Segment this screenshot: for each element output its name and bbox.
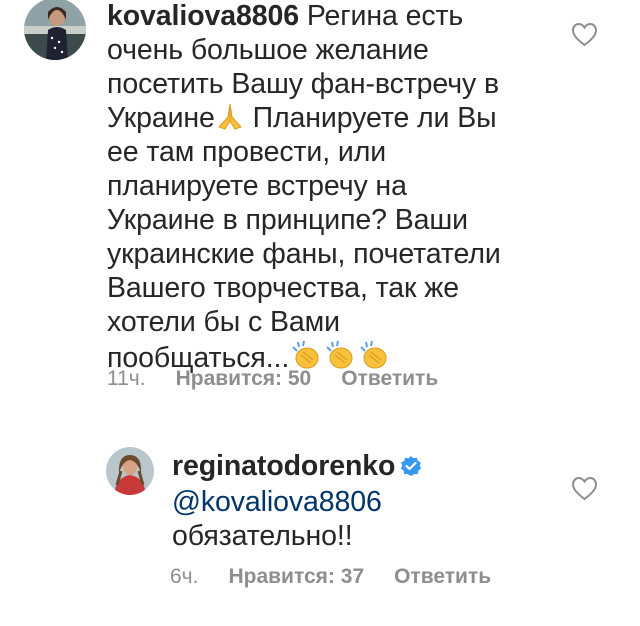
verified-badge-icon [400,451,422,485]
comment-line: Регина есть [299,0,464,32]
like-heart-icon[interactable] [571,476,598,501]
comment-text: kovaliova8806 Регина есть очень большое … [107,0,627,375]
comment-line: обязательно!! [172,520,353,552]
comment-line: очень большое желание [107,34,429,66]
comment-line: хотели бы с Вами [107,306,340,338]
folded-hands-emoji [215,101,245,131]
mention-link[interactable]: @kovaliova8806 [172,486,382,518]
comment-line: ее там провести, или [107,136,387,168]
comment-username[interactable]: kovaliova8806 [107,0,299,32]
comment-line: Планируете ли Вы [244,102,497,134]
comment-line: украинские фаны, почетатели [107,238,501,270]
comment-line: планируете встречу на [107,170,407,202]
avatar[interactable] [24,0,86,60]
comment-time: 11ч. [107,367,146,390]
reply-text: reginatodorenko @kovaliova8806 обязатель… [172,449,582,553]
comment-username[interactable]: reginatodorenko [172,450,395,482]
reply-button[interactable]: Ответить [394,565,491,589]
comment-line: посетить Вашу фан-встречу в [107,68,499,100]
reply-button[interactable]: Ответить [341,367,438,391]
avatar[interactable] [106,447,154,495]
comment-meta: 11ч. Нравится: 50 Ответить [107,367,438,391]
like-heart-icon[interactable] [571,22,598,47]
comment-time: 6ч. [170,565,199,588]
likes-count[interactable]: Нравится: 37 [228,565,364,589]
likes-count[interactable]: Нравится: 50 [176,367,312,391]
comment-line: Вашего творчества, так же [107,272,459,304]
comment-line: Украине [107,102,215,134]
comment-meta: 6ч. Нравится: 37 Ответить [170,565,491,589]
comment-line: Украине в принципе? Ваши [107,204,468,236]
